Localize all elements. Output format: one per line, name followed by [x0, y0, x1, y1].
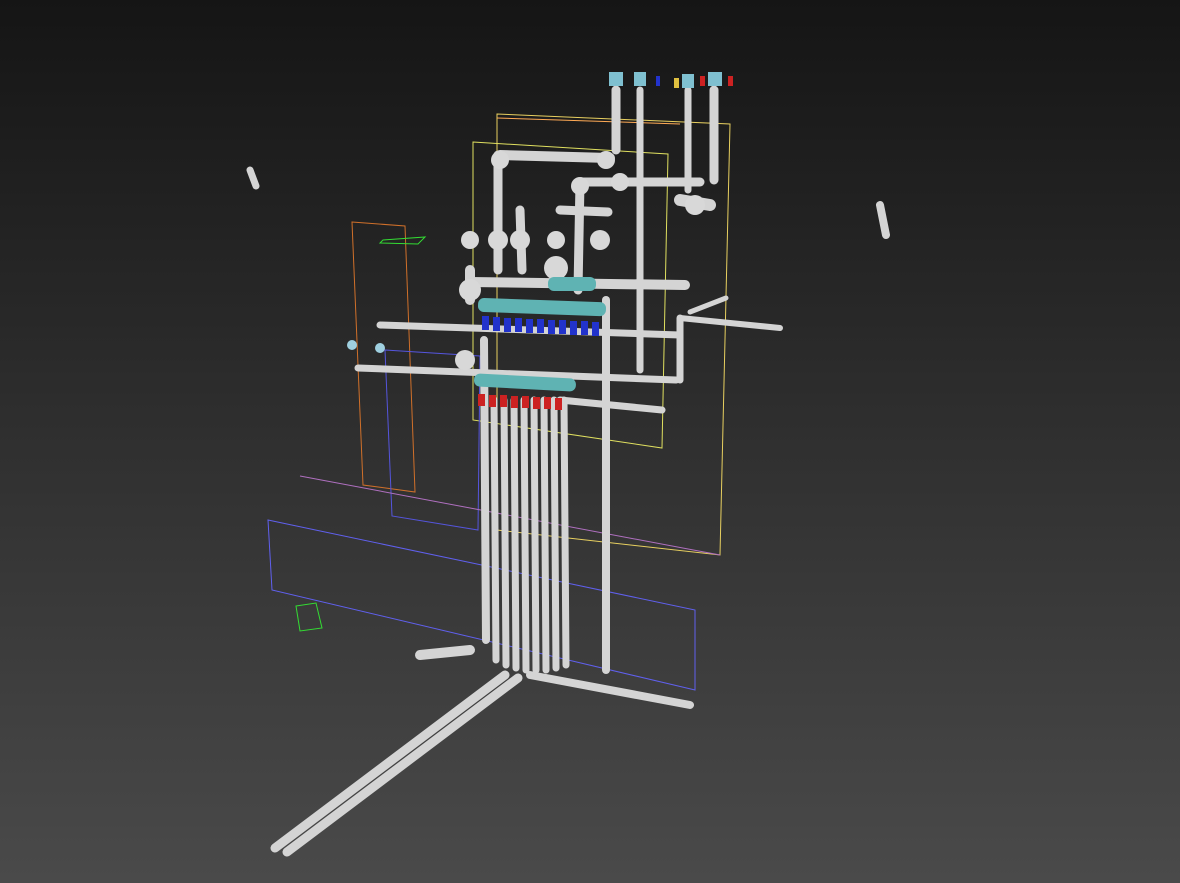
viewport-background — [0, 0, 1180, 883]
3d-viewport[interactable] — [0, 0, 1180, 883]
